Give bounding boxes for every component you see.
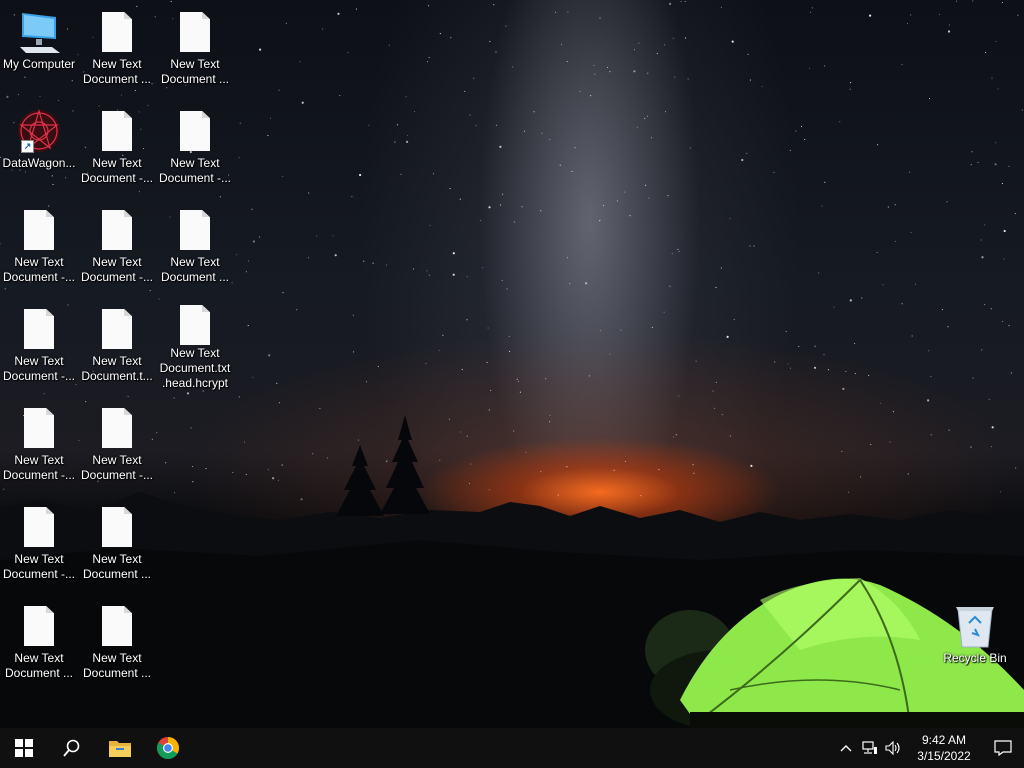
desktop-icon-label: New Text Document -... xyxy=(2,552,76,581)
desktop-icon-text-document[interactable]: New Text Document -... xyxy=(78,396,156,490)
text-file-icon xyxy=(93,8,141,56)
text-file-icon xyxy=(171,305,219,345)
start-button[interactable] xyxy=(0,728,48,768)
desktop-icon-text-document[interactable]: New Text Document -... xyxy=(0,297,78,391)
volume-button[interactable] xyxy=(882,728,906,768)
desktop-icon-text-document[interactable]: New Text Document -... xyxy=(0,495,78,589)
text-file-icon xyxy=(171,8,219,56)
desktop-icon-text-document[interactable]: New Text Document ... xyxy=(78,495,156,589)
desktop-icon-label: New Text Document ... xyxy=(82,651,152,680)
volume-icon xyxy=(885,741,900,755)
desktop-icon-datawagon[interactable]: ↗ DataWagon... xyxy=(0,99,78,193)
desktop-icon-label: New Text Document.t... xyxy=(81,354,153,383)
chrome-button[interactable] xyxy=(144,728,192,768)
desktop-icon-text-document[interactable]: New Text Document ... xyxy=(0,594,78,688)
desktop-icon-label: New Text Document -... xyxy=(2,354,76,383)
taskbar-clock[interactable]: 9:42 AM 3/15/2022 xyxy=(906,732,982,764)
datawagon-icon: ↗ xyxy=(15,107,63,155)
desktop-icon-label: DataWagon... xyxy=(2,156,76,170)
search-icon xyxy=(63,739,80,757)
desktop-icon-label: New Text Document -... xyxy=(2,255,76,284)
desktop-icon-label: Recycle Bin xyxy=(943,651,1007,665)
text-file-icon xyxy=(15,503,63,551)
text-file-icon xyxy=(171,206,219,254)
desktop-icon-text-document[interactable]: New Text Document -... xyxy=(0,198,78,292)
computer-icon xyxy=(15,8,63,56)
recycle-bin-icon xyxy=(951,602,999,650)
desktop-icon-label: New Text Document.txt .head.hcrypt xyxy=(159,346,231,390)
text-file-icon xyxy=(171,107,219,155)
desktop-icon-label: New Text Document -... xyxy=(158,156,232,185)
desktop-icon-text-document[interactable]: New Text Document.t... xyxy=(78,297,156,391)
desktop-icon-label: New Text Document ... xyxy=(82,57,152,86)
show-hidden-icons-button[interactable] xyxy=(834,728,858,768)
desktop-icon-text-document[interactable]: New Text Document ... xyxy=(156,198,234,292)
file-explorer-icon xyxy=(109,741,131,757)
text-file-icon xyxy=(93,503,141,551)
action-center-button[interactable] xyxy=(982,728,1024,768)
desktop-icon-text-document[interactable]: New Text Document -... xyxy=(78,198,156,292)
desktop-icon-label: New Text Document -... xyxy=(80,255,154,284)
desktop-icon-label: New Text Document ... xyxy=(160,255,230,284)
network-icon xyxy=(862,741,877,754)
desktop-icon-label: New Text Document -... xyxy=(2,453,76,482)
desktop-icon-label: New Text Document -... xyxy=(80,156,154,185)
desktop-icon-text-document[interactable]: New Text Document.txt .head.hcrypt xyxy=(156,297,234,391)
chevron-up-icon xyxy=(840,745,852,752)
windows-start-icon xyxy=(15,739,33,757)
clock-time: 9:42 AM xyxy=(921,733,967,747)
desktop-icon-recycle-bin[interactable]: Recycle Bin xyxy=(936,594,1014,688)
desktop-icon-text-document[interactable]: New Text Document -... xyxy=(78,99,156,193)
shortcut-arrow-icon: ↗ xyxy=(21,140,34,153)
text-file-icon xyxy=(93,206,141,254)
clock-date: 3/15/2022 xyxy=(917,749,971,763)
text-file-icon xyxy=(15,305,63,353)
desktop-icon-label: New Text Document -... xyxy=(80,453,154,482)
desktop-icon-my-computer[interactable]: My Computer xyxy=(0,0,78,94)
notification-icon xyxy=(994,740,1012,756)
desktop-icon-text-document[interactable]: New Text Document -... xyxy=(0,396,78,490)
text-file-icon xyxy=(93,602,141,650)
text-file-icon xyxy=(93,305,141,353)
search-button[interactable] xyxy=(48,728,96,768)
text-file-icon xyxy=(15,206,63,254)
network-button[interactable] xyxy=(858,728,882,768)
desktop-icon-text-document[interactable]: New Text Document -... xyxy=(156,99,234,193)
desktop-icon-text-document[interactable]: New Text Document ... xyxy=(156,0,234,94)
desktop-icon-label: New Text Document ... xyxy=(4,651,74,680)
text-file-icon xyxy=(15,404,63,452)
text-file-icon xyxy=(93,107,141,155)
text-file-icon xyxy=(93,404,141,452)
desktop-icon-label: My Computer xyxy=(2,57,76,71)
file-explorer-button[interactable] xyxy=(96,728,144,768)
system-tray: 9:42 AM 3/15/2022 xyxy=(834,728,1024,768)
text-file-icon xyxy=(15,602,63,650)
desktop-icon-label: New Text Document ... xyxy=(160,57,230,86)
chrome-icon xyxy=(157,737,179,759)
desktop-icon-label: New Text Document ... xyxy=(82,552,152,581)
desktop-icon-text-document[interactable]: New Text Document ... xyxy=(78,0,156,94)
desktop-icon-text-document[interactable]: New Text Document ... xyxy=(78,594,156,688)
taskbar: 9:42 AM 3/15/2022 xyxy=(0,728,1024,768)
